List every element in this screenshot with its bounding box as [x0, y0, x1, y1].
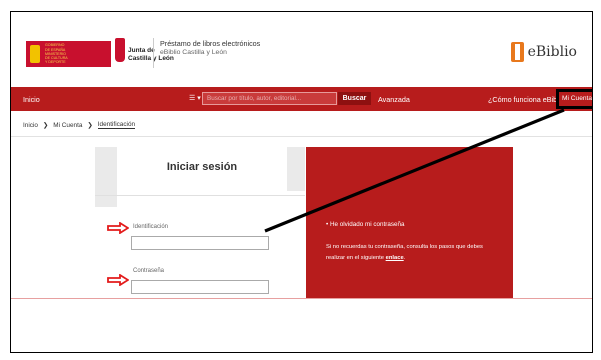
book-icon — [510, 42, 524, 62]
password-input[interactable] — [131, 280, 269, 294]
breadcrumb-item-account[interactable]: Mi Cuenta — [53, 122, 82, 129]
breadcrumb-item-home[interactable]: Inicio — [23, 122, 38, 129]
arrow-right-icon — [107, 222, 129, 234]
search-input[interactable]: Buscar por título, autor, editorial... — [202, 92, 337, 105]
junta-emblem-icon — [115, 38, 125, 62]
login-divider — [95, 195, 305, 196]
nav-home-link[interactable]: Inicio — [23, 95, 40, 104]
breadcrumb: Inicio ❯ Mi Cuenta ❯ Identificación — [23, 121, 136, 129]
help-text-end: . — [403, 255, 406, 261]
site-title: Préstamo de libros electrónicos — [160, 39, 261, 48]
government-logo[interactable]: GOBIERNO DE ESPAÑA MINISTERIO DE CULTURA… — [26, 41, 111, 67]
password-label: Contraseña — [133, 268, 165, 274]
identification-label: Identificación — [133, 224, 169, 230]
login-title: Iniciar sesión — [166, 161, 238, 173]
help-text-line-1: Si no recuerdas tu contraseña, consulta … — [326, 244, 483, 250]
panel-shadow-right — [287, 147, 305, 191]
header-divider — [153, 38, 154, 68]
help-link[interactable]: enlace — [386, 255, 404, 261]
site-subtitle: eBiblio Castilla y León — [160, 49, 227, 56]
help-text-prefix: realizar en el siguiente — [326, 255, 386, 261]
coat-of-arms-icon — [30, 45, 40, 63]
my-account-link[interactable]: Mi Cuenta — [556, 89, 592, 109]
help-text-line-2: realizar en el siguiente enlace. — [326, 255, 405, 261]
site-header: GOBIERNO DE ESPAÑA MINISTERIO DE CULTURA… — [11, 12, 592, 82]
arrow-right-icon — [107, 274, 129, 286]
login-panel: Iniciar sesión — [117, 147, 287, 297]
chevron-icon: ❯ — [87, 122, 93, 129]
breadcrumb-divider — [11, 136, 592, 137]
advanced-search-link[interactable]: Avanzada — [378, 95, 410, 104]
search-button[interactable]: Buscar — [338, 92, 371, 105]
chevron-icon: ❯ — [42, 122, 49, 129]
content-bottom-divider — [11, 298, 592, 299]
identification-input[interactable] — [131, 236, 269, 250]
menu-icon[interactable]: ☰ ▾ — [189, 94, 201, 102]
help-panel: • He olvidado mi contraseña Si no recuer… — [306, 147, 513, 299]
screenshot-frame: GOBIERNO DE ESPAÑA MINISTERIO DE CULTURA… — [10, 11, 593, 353]
main-navbar: Inicio ☰ ▾ Buscar por título, autor, edi… — [11, 87, 592, 111]
breadcrumb-item-current: Identificación — [97, 121, 136, 129]
panel-shadow-left — [95, 147, 117, 207]
forgot-password-link[interactable]: • He olvidado mi contraseña — [326, 221, 405, 228]
ebiblio-wordmark: eBiblio — [527, 44, 577, 60]
ebiblio-logo[interactable]: eBiblio — [510, 42, 577, 62]
government-logo-text: GOBIERNO DE ESPAÑA MINISTERIO DE CULTURA… — [45, 43, 68, 65]
